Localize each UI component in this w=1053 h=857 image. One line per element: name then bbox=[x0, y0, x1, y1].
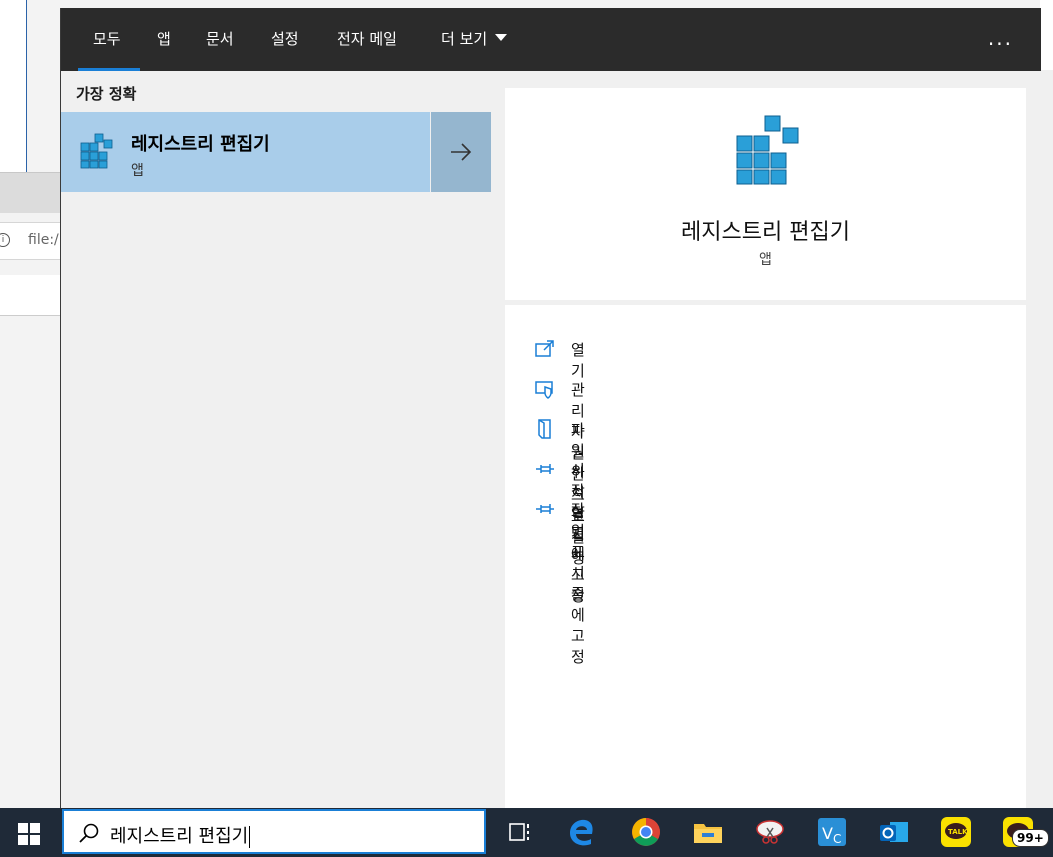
tab-settings-label: 설정 bbox=[271, 30, 299, 48]
background-window-right-top bbox=[1040, 0, 1053, 70]
best-match-subtitle: 앱 bbox=[131, 163, 144, 179]
tab-documents-label: 문서 bbox=[206, 30, 234, 48]
search-query-text: 레지스트리 편집기 bbox=[110, 826, 249, 847]
tab-more-label: 더 보기 bbox=[441, 30, 488, 48]
text-cursor bbox=[249, 826, 251, 848]
tab-all-label: 모두 bbox=[93, 30, 121, 48]
caret-down-icon bbox=[495, 34, 508, 41]
arrow-right-icon bbox=[451, 143, 472, 161]
best-match-heading: 가장 정확 bbox=[76, 85, 137, 103]
taskbar: 레지스트리 편집기 VC TALK bbox=[0, 808, 1053, 857]
action-open-label: 열기 bbox=[571, 341, 585, 380]
search-panel: 모두 앱 문서 설정 전자 메일 더 보기 ... 가장 정확 레지스트리 편집… bbox=[60, 8, 1041, 808]
registry-editor-icon bbox=[79, 131, 115, 173]
registry-editor-large-icon bbox=[735, 112, 803, 190]
best-match-title: 레지스트리 편집기 bbox=[131, 134, 270, 155]
task-view-icon[interactable] bbox=[504, 816, 536, 848]
detail-title: 레지스트리 편집기 bbox=[681, 220, 850, 245]
tab-more[interactable]: 더 보기 bbox=[441, 28, 508, 71]
windows-start-icon[interactable] bbox=[18, 823, 40, 845]
notification-badge: 99+ bbox=[1012, 829, 1049, 847]
svg-text:V: V bbox=[822, 824, 833, 843]
background-window-right bbox=[1040, 0, 1053, 808]
pin-icon bbox=[536, 504, 554, 514]
pin-icon bbox=[536, 464, 554, 474]
tab-email[interactable]: 전자 메일 bbox=[337, 28, 397, 71]
info-icon: i bbox=[0, 233, 10, 247]
edge-browser-icon[interactable] bbox=[566, 816, 598, 848]
outlook-icon[interactable] bbox=[878, 816, 910, 848]
tab-email-label: 전자 메일 bbox=[337, 30, 397, 48]
search-icon bbox=[79, 823, 99, 843]
detail-kind: 앱 bbox=[759, 252, 772, 268]
tab-all[interactable]: 모두 bbox=[78, 28, 140, 71]
background-browser-tabbar bbox=[0, 172, 60, 213]
svg-text:C: C bbox=[833, 832, 841, 846]
snipping-tool-icon[interactable] bbox=[754, 816, 786, 848]
kakaotalk-icon[interactable]: TALK bbox=[940, 816, 972, 848]
search-input[interactable]: 레지스트리 편집기 bbox=[110, 822, 251, 848]
vscode-like-icon[interactable]: VC bbox=[816, 816, 848, 848]
action-pin-to-taskbar-label: 작업 표시줄에 고정 bbox=[571, 501, 585, 666]
file-explorer-icon[interactable] bbox=[692, 816, 724, 848]
chrome-icon[interactable] bbox=[630, 816, 662, 848]
search-filter-bar: 모두 앱 문서 설정 전자 메일 더 보기 ... bbox=[61, 8, 1041, 71]
open-icon bbox=[535, 340, 554, 357]
tab-apps[interactable]: 앱 bbox=[157, 28, 171, 71]
tab-documents[interactable]: 문서 bbox=[206, 28, 234, 71]
detail-header: 레지스트리 편집기 앱 bbox=[505, 88, 1026, 300]
tab-apps-label: 앱 bbox=[157, 30, 171, 48]
shield-icon bbox=[535, 381, 553, 399]
best-match-result[interactable]: 레지스트리 편집기 앱 bbox=[61, 112, 430, 192]
background-toolbar bbox=[0, 275, 60, 316]
taskbar-search-box[interactable]: 레지스트리 편집기 bbox=[62, 809, 486, 854]
tab-settings[interactable]: 설정 bbox=[271, 28, 299, 71]
background-url-text: file:/ bbox=[28, 232, 59, 248]
svg-text:TALK: TALK bbox=[948, 828, 968, 836]
more-options-button[interactable]: ... bbox=[988, 26, 1013, 50]
open-details-button[interactable] bbox=[431, 112, 491, 192]
file-location-icon bbox=[538, 419, 551, 439]
background-window-edge bbox=[0, 0, 27, 172]
background-address-bar: i file:/ bbox=[0, 222, 60, 260]
detail-actions: 열기 관리자 권한으로 실행 파일 위치 열기 시작 화면에 고정 작업 표시줄… bbox=[505, 305, 1026, 808]
